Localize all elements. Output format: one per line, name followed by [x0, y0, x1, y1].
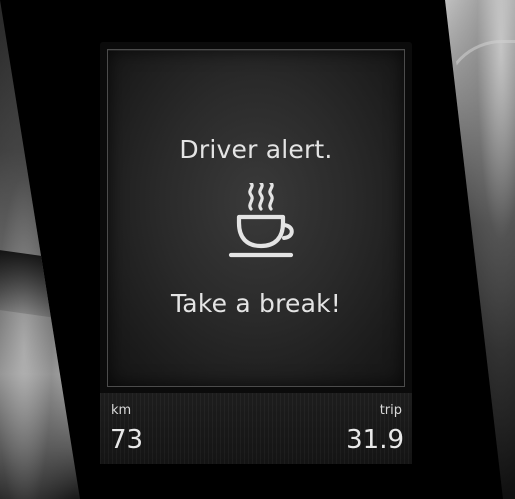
trip-label: trip: [379, 403, 402, 418]
distance-value: 73: [110, 425, 144, 455]
trip-info-bar: km trip 73 31.9: [100, 393, 412, 464]
distance-unit-label: km: [111, 403, 132, 418]
alert-title: Driver alert.: [179, 135, 333, 164]
alert-message: Take a break!: [170, 289, 342, 318]
instrument-cluster-display: Driver alert. Take a break! km trip 73 3…: [100, 42, 412, 464]
alert-panel: Driver alert. Take a break!: [107, 49, 405, 387]
trip-value: 31.9: [346, 425, 404, 455]
dashboard-scene: Driver alert. Take a break! km trip 73 3…: [0, 0, 515, 499]
coffee-cup-icon: [228, 183, 294, 258]
dashboard-photo-left: [0, 0, 80, 499]
